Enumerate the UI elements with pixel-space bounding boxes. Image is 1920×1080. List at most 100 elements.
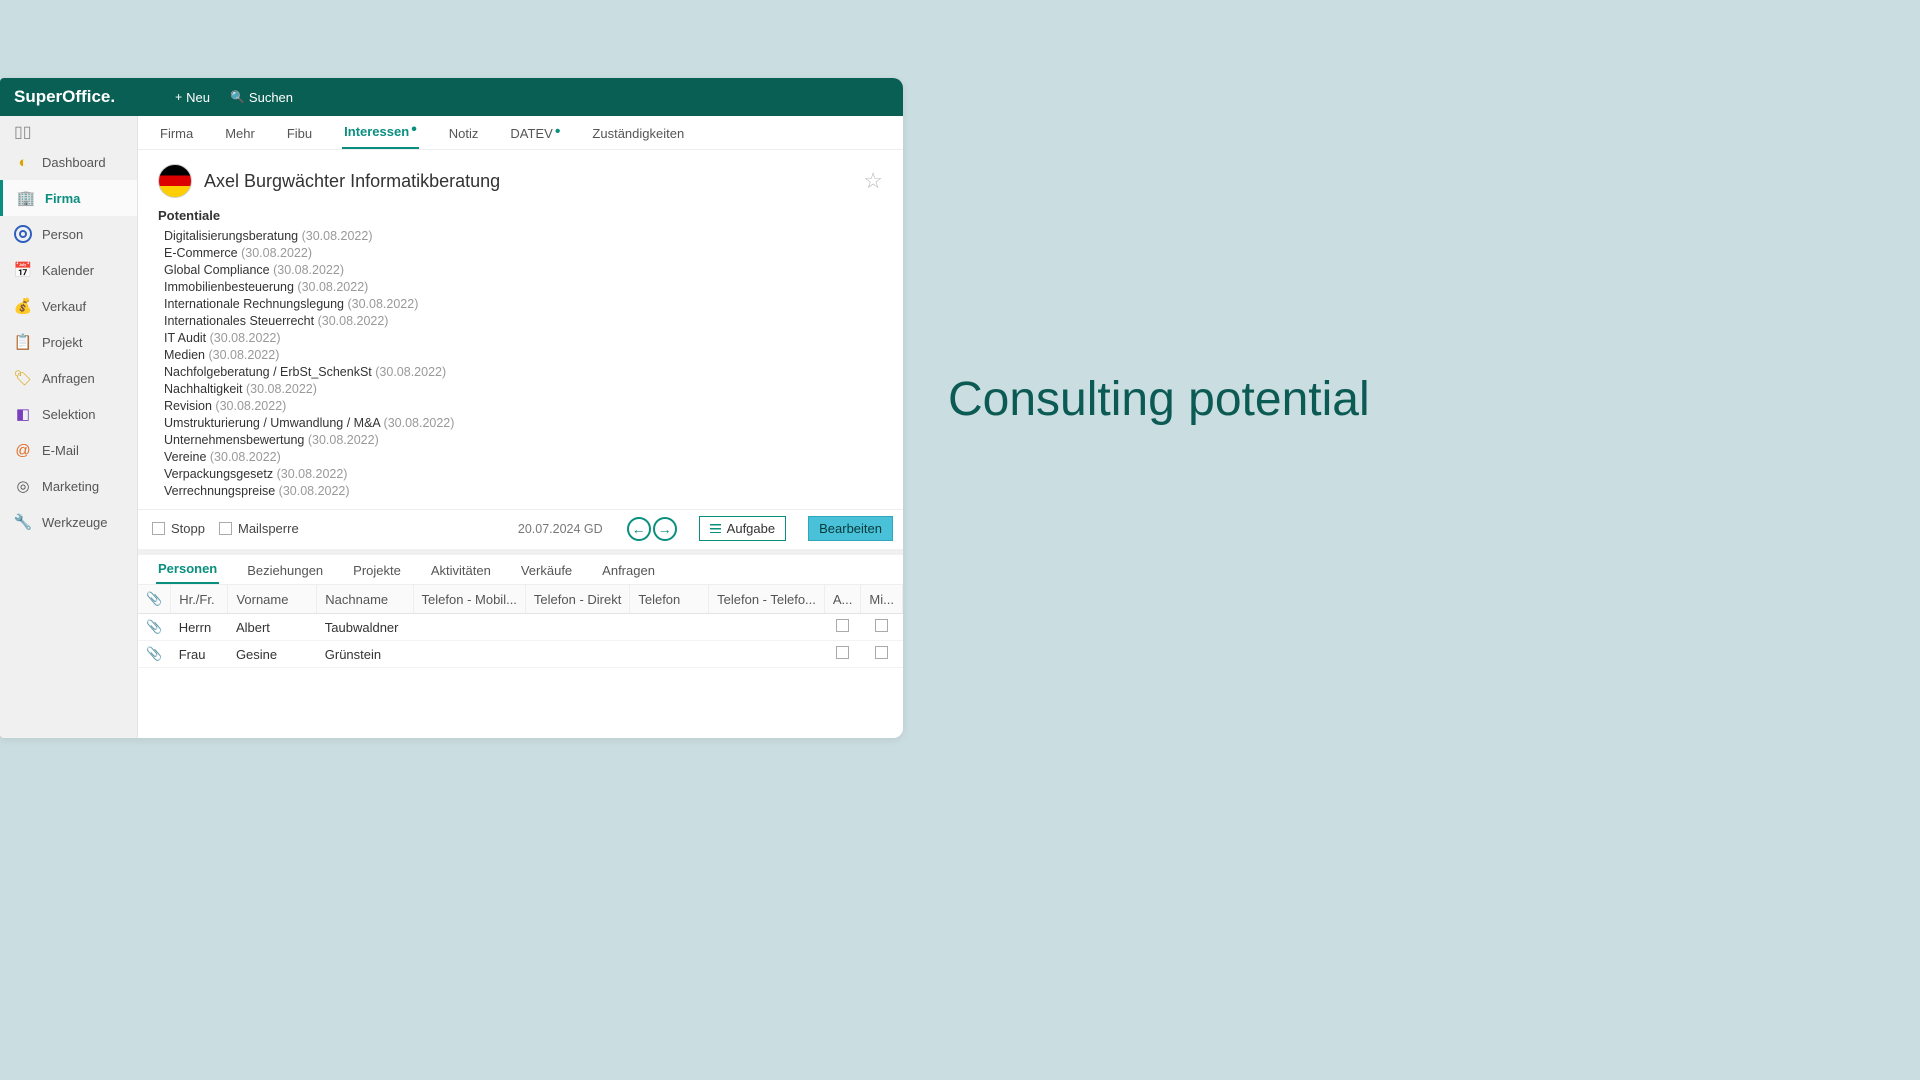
- aufgabe-button[interactable]: Aufgabe: [699, 516, 786, 541]
- sidebar-collapse-icon[interactable]: ▯▯: [0, 120, 137, 144]
- sidebar: ▯▯ ◐Dashboard🏢Firma Person 📅Kalender💰Verka…: [0, 116, 138, 738]
- sidebar-item-label: Werkzeuge: [42, 515, 108, 530]
- potential-name: Immobilienbesteuerung: [164, 280, 297, 294]
- persons-tabs: Personen Beziehungen Projekte Aktivitäten Ve…: [138, 555, 903, 585]
- tab-zuständigkeiten[interactable]: Zuständigkeiten: [590, 118, 686, 149]
- next-button[interactable]: →: [653, 517, 677, 541]
- footer-date: 20.07.2024 GD: [518, 522, 603, 536]
- tab-firma[interactable]: Firma: [158, 118, 195, 149]
- sidebar-item-label: Marketing: [42, 479, 99, 494]
- checkbox-icon[interactable]: [875, 646, 888, 659]
- potentials-title: Potentiale: [158, 208, 883, 223]
- subtab-aktivitäten[interactable]: Aktivitäten: [429, 557, 493, 584]
- sidebar-item-firma[interactable]: 🏢Firma: [0, 180, 137, 216]
- attachment-icon: 📎: [146, 591, 162, 606]
- sidebar-item-person[interactable]: Person: [0, 216, 137, 252]
- potential-item: Internationale Rechnungslegung (30.08.20…: [158, 295, 883, 312]
- sidebar-item-e-mail[interactable]: @E-Mail: [0, 432, 137, 468]
- attachment-icon: 📎: [146, 646, 162, 661]
- sidebar-item-dashboard[interactable]: ◐Dashboard: [0, 144, 137, 180]
- potential-date: (30.08.2022): [215, 399, 286, 413]
- persons-col-header[interactable]: Telefon - Mobil...: [413, 585, 525, 614]
- potential-item: Digitalisierungsberatung (30.08.2022): [158, 227, 883, 244]
- checkbox-icon[interactable]: [836, 646, 849, 659]
- potential-name: Nachfolgeberatung / ErbSt_SchenkSt: [164, 365, 375, 379]
- potentials-section: Potentiale Digitalisierungsberatung (30.…: [138, 204, 903, 509]
- prev-button[interactable]: ←: [627, 517, 651, 541]
- persons-col-header[interactable]: Vorname: [228, 585, 317, 614]
- new-button[interactable]: + Neu: [175, 90, 210, 105]
- persons-col-header[interactable]: Telefon - Direkt: [525, 585, 629, 614]
- potential-name: Verrechnungspreise: [164, 484, 279, 498]
- aufgabe-label: Aufgabe: [727, 521, 775, 536]
- tab-datev[interactable]: DATEV•: [508, 118, 562, 149]
- sidebar-item-marketing[interactable]: ◎ Marketing: [0, 468, 137, 504]
- mailsperre-checkbox[interactable]: Mailsperre: [219, 521, 299, 536]
- potential-date: (30.08.2022): [210, 450, 281, 464]
- favorite-star-icon[interactable]: ☆: [863, 168, 883, 194]
- sidebar-item-projekt[interactable]: 📋Projekt: [0, 324, 137, 360]
- building-icon: 🏢: [17, 189, 35, 207]
- sidebar-item-label: Selektion: [42, 407, 95, 422]
- persons-col-header[interactable]: Telefon: [630, 585, 709, 614]
- sidebar-item-anfragen[interactable]: 🏷 Anfragen: [0, 360, 137, 396]
- subtab-verkäufe[interactable]: Verkäufe: [519, 557, 574, 584]
- checkbox-icon[interactable]: [836, 619, 849, 632]
- sidebar-item-kalender[interactable]: 📅Kalender: [0, 252, 137, 288]
- persons-col-header[interactable]: Mi...: [861, 585, 903, 614]
- cell: [630, 614, 709, 641]
- plus-icon: +: [175, 90, 182, 104]
- cell: [413, 614, 525, 641]
- slide-title: Consulting potential: [948, 372, 1370, 427]
- new-label: Neu: [186, 90, 210, 105]
- persons-col-header[interactable]: Hr./Fr.: [171, 585, 228, 614]
- potential-date: (30.08.2022): [375, 365, 446, 379]
- subtab-beziehungen[interactable]: Beziehungen: [245, 557, 325, 584]
- bearbeiten-button[interactable]: Bearbeiten: [808, 516, 893, 541]
- stopp-checkbox[interactable]: Stopp: [152, 521, 205, 536]
- person-firstname: Gesine: [228, 641, 317, 668]
- table-row[interactable]: 📎FrauGesineGrünstein: [138, 641, 903, 668]
- wrench-icon: 🔧: [14, 513, 32, 531]
- company-card: Firma Mehr Fibu Interessen• Notiz DATEV• Zustä…: [138, 116, 903, 549]
- potential-item: Medien (30.08.2022): [158, 346, 883, 363]
- potential-date: (30.08.2022): [318, 314, 389, 328]
- sidebar-item-label: Person: [42, 227, 83, 242]
- sidebar-item-selektion[interactable]: ◧Selektion: [0, 396, 137, 432]
- persons-col-header[interactable]: Nachname: [317, 585, 413, 614]
- ticket-icon: 🏷: [14, 369, 32, 387]
- target-icon: ◎: [14, 477, 32, 495]
- cell: [709, 641, 825, 668]
- checkbox-icon[interactable]: [875, 619, 888, 632]
- potential-name: Internationales Steuerrecht: [164, 314, 318, 328]
- potential-name: Verpackungsgesetz: [164, 467, 277, 481]
- potential-date: (30.08.2022): [308, 433, 379, 447]
- potential-date: (30.08.2022): [384, 416, 455, 430]
- potential-item: Umstrukturierung / Umwandlung / M&A (30.…: [158, 414, 883, 431]
- table-row[interactable]: 📎HerrnAlbertTaubwaldner: [138, 614, 903, 641]
- sidebar-item-werkzeuge[interactable]: 🔧 Werkzeuge: [0, 504, 137, 540]
- germany-flag-icon: [158, 164, 192, 198]
- subtab-anfragen[interactable]: Anfragen: [600, 557, 657, 584]
- search-label: Suchen: [249, 90, 293, 105]
- sidebar-item-label: Anfragen: [42, 371, 95, 386]
- sidebar-item-verkauf[interactable]: 💰Verkauf: [0, 288, 137, 324]
- cell: [525, 614, 629, 641]
- brand-logo: SuperOffice.: [14, 87, 115, 107]
- cell: [630, 641, 709, 668]
- subtab-projekte[interactable]: Projekte: [351, 557, 403, 584]
- persons-col-header[interactable]: A...: [824, 585, 861, 614]
- persons-col-header[interactable]: 📎: [138, 585, 171, 614]
- tab-interessen[interactable]: Interessen•: [342, 116, 419, 149]
- subtab-personen[interactable]: Personen: [156, 555, 219, 584]
- persons-col-header[interactable]: Telefon - Telefo...: [709, 585, 825, 614]
- tab-fibu[interactable]: Fibu: [285, 118, 314, 149]
- menu-icon: [710, 524, 721, 533]
- search-icon: 🔍: [230, 90, 245, 104]
- sidebar-item-label: Dashboard: [42, 155, 106, 170]
- at-icon: @: [14, 441, 32, 459]
- tab-mehr[interactable]: Mehr: [223, 118, 257, 149]
- search-button[interactable]: 🔍 Suchen: [230, 90, 293, 105]
- tab-notiz[interactable]: Notiz: [447, 118, 481, 149]
- brand-text: SuperOffice.: [14, 87, 115, 107]
